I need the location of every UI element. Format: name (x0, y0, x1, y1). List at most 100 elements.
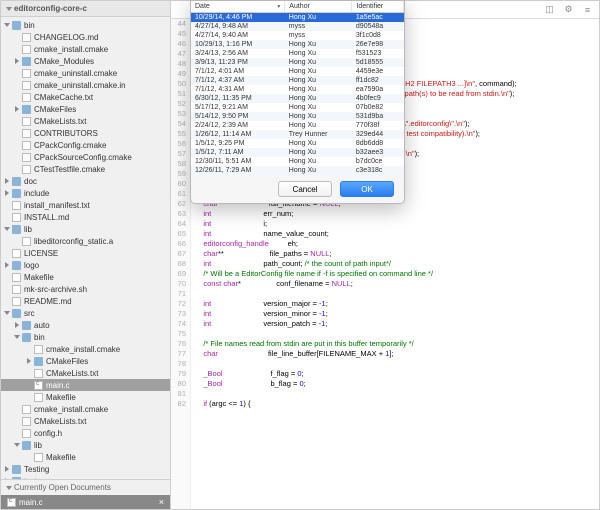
tree-item[interactable]: Testing (1, 463, 170, 475)
tree-item[interactable]: lib (1, 223, 170, 235)
tree-label: logo (24, 261, 39, 270)
history-row[interactable]: 12/30/11, 5:51 AMHong Xub7dc0ce (191, 157, 404, 166)
file-icon (22, 405, 31, 414)
tree-item[interactable]: CTestTestfile.cmake (1, 163, 170, 175)
disclosure-icon[interactable] (4, 23, 10, 27)
history-row[interactable]: 1/5/12, 9:25 PMHong Xu8db6dd8 (191, 139, 404, 148)
tree-item[interactable]: lib (1, 439, 170, 451)
disclosure-icon[interactable] (15, 58, 19, 64)
ok-button[interactable]: OK (340, 181, 394, 197)
split-icon[interactable]: ◫ (544, 4, 555, 15)
tree-item[interactable]: cmake_install.cmake (1, 43, 170, 55)
col-identifier[interactable]: Identifier (352, 1, 404, 13)
tree-item[interactable]: INSTALL.md (1, 211, 170, 223)
tree-item[interactable]: CONTRIBUTORS (1, 127, 170, 139)
tree-label: config.h (34, 429, 62, 438)
folder-icon (12, 261, 21, 270)
tree-item[interactable]: auto (1, 319, 170, 331)
history-row[interactable]: 7/1/12, 4:01 AMHong Xu4459e3e (191, 67, 404, 76)
history-row[interactable]: 5/14/12, 9:50 PMHong Xu531d9ba (191, 112, 404, 121)
file-icon (12, 201, 21, 210)
disclosure-icon (6, 486, 12, 490)
history-row[interactable]: 4/27/14, 9:48 AMmyssd90548a (191, 22, 404, 31)
tree-item[interactable]: CMakeLists.txt (1, 115, 170, 127)
col-author[interactable]: Author (285, 1, 352, 13)
open-doc[interactable]: main.c× (1, 495, 170, 509)
tree-item[interactable]: bin (1, 331, 170, 343)
file-icon (22, 69, 31, 78)
tree-label: src (24, 309, 35, 318)
disclosure-icon[interactable] (14, 335, 20, 339)
gear-icon[interactable]: ⚙ (563, 4, 574, 15)
history-row[interactable]: 7/1/12, 4:31 AMHong Xuea7590a (191, 85, 404, 94)
tree-item[interactable]: CMakeLists.txt (1, 415, 170, 427)
tree-item[interactable]: config.h (1, 427, 170, 439)
folder-icon (34, 357, 43, 366)
disclosure-icon[interactable] (5, 466, 9, 472)
history-row[interactable]: 10/29/13, 1:16 PMHong Xu26e7e98 (191, 40, 404, 49)
tree-item[interactable]: CMakeFiles (1, 103, 170, 115)
cancel-button[interactable]: Cancel (278, 181, 332, 197)
tree-item[interactable]: cmake_uninstall.cmake (1, 67, 170, 79)
tree-item[interactable]: bin (1, 19, 170, 31)
tree-item[interactable]: CPackSourceConfig.cmake (1, 151, 170, 163)
tree-item[interactable]: LICENSE (1, 247, 170, 259)
tree-item[interactable]: mk-src-archive.sh (1, 283, 170, 295)
disclosure-icon[interactable] (27, 358, 31, 364)
history-row[interactable]: 3/9/13, 11:23 PMHong Xu5d18555 (191, 58, 404, 67)
history-row[interactable]: 12/26/11, 7:29 AMHong Xuc3e318c (191, 166, 404, 175)
tree-label: auto (34, 321, 50, 330)
file-tree: binCHANGELOG.mdcmake_install.cmakeCMake_… (1, 17, 170, 479)
tree-item[interactable]: CMakeCache.txt (1, 91, 170, 103)
tree-item[interactable]: main.c (1, 379, 170, 391)
tree-item[interactable]: cmake_uninstall.cmake.in (1, 79, 170, 91)
tree-item[interactable]: CMake_Modules (1, 55, 170, 67)
history-row[interactable]: 5/17/12, 9:21 AMHong Xu07b0e82 (191, 103, 404, 112)
tree-item[interactable]: Makefile (1, 391, 170, 403)
file-icon (22, 33, 31, 42)
file-icon (34, 453, 43, 462)
list-icon[interactable]: ≡ (582, 4, 593, 15)
tree-item[interactable]: src (1, 307, 170, 319)
history-row[interactable]: 10/29/14, 4:46 PMHong Xu1a5e5ac (191, 13, 404, 23)
col-date[interactable]: Date (191, 1, 285, 13)
project-header[interactable]: editorconfig-core-c (1, 1, 170, 17)
file-icon (22, 45, 31, 54)
tree-item[interactable]: install_manifest.txt (1, 199, 170, 211)
tree-item[interactable]: doc (1, 175, 170, 187)
disclosure-icon[interactable] (4, 227, 10, 231)
disclosure-icon[interactable] (5, 178, 9, 184)
tree-item[interactable]: include (1, 187, 170, 199)
tree-item[interactable]: CMakeLists.txt (1, 367, 170, 379)
disclosure-icon[interactable] (5, 262, 9, 268)
tree-item[interactable]: CHANGELOG.md (1, 31, 170, 43)
close-icon[interactable]: × (159, 497, 164, 507)
tree-item[interactable]: Makefile (1, 451, 170, 463)
tree-item[interactable]: CPackConfig.cmake (1, 139, 170, 151)
tree-item[interactable]: cmake_install.cmake (1, 343, 170, 355)
open-documents-header[interactable]: Currently Open Documents (1, 480, 170, 495)
history-row[interactable]: 3/24/13, 2:56 AMHong Xuf531523 (191, 49, 404, 58)
history-row[interactable]: 1/26/12, 11:14 AMTrey Hunner329ed44 (191, 130, 404, 139)
disclosure-icon[interactable] (15, 106, 19, 112)
history-row[interactable]: 4/27/14, 9:40 AMmyss3f1c0d8 (191, 31, 404, 40)
disclosure-icon[interactable] (5, 190, 9, 196)
tree-item[interactable]: README.md (1, 295, 170, 307)
tree-item[interactable]: logo (1, 259, 170, 271)
tree-label: INSTALL.md (24, 213, 69, 222)
disclosure-icon[interactable] (15, 322, 19, 328)
history-row[interactable]: 6/30/12, 11:35 PMHong Xu4b0fec9 (191, 94, 404, 103)
tree-label: include (24, 189, 49, 198)
tree-item[interactable]: Makefile (1, 271, 170, 283)
history-table[interactable]: DateAuthorIdentifier 10/29/14, 4:46 PMHo… (191, 1, 404, 175)
tree-item[interactable]: CMakeFiles (1, 355, 170, 367)
disclosure-icon[interactable] (14, 443, 20, 447)
disclosure-icon[interactable] (4, 311, 10, 315)
tree-label: CMakeLists.txt (34, 117, 86, 126)
tree-item[interactable]: cmake_install.cmake (1, 403, 170, 415)
history-row[interactable]: 2/24/12, 2:39 AMHong Xu770f38f (191, 121, 404, 130)
tree-item[interactable]: libeditorconfig_static.a (1, 235, 170, 247)
tree-label: CPackConfig.cmake (34, 141, 106, 150)
history-row[interactable]: 1/5/12, 7:11 AMHong Xub32aee3 (191, 148, 404, 157)
history-row[interactable]: 7/1/12, 4:37 AMHong Xuff1dc82 (191, 76, 404, 85)
